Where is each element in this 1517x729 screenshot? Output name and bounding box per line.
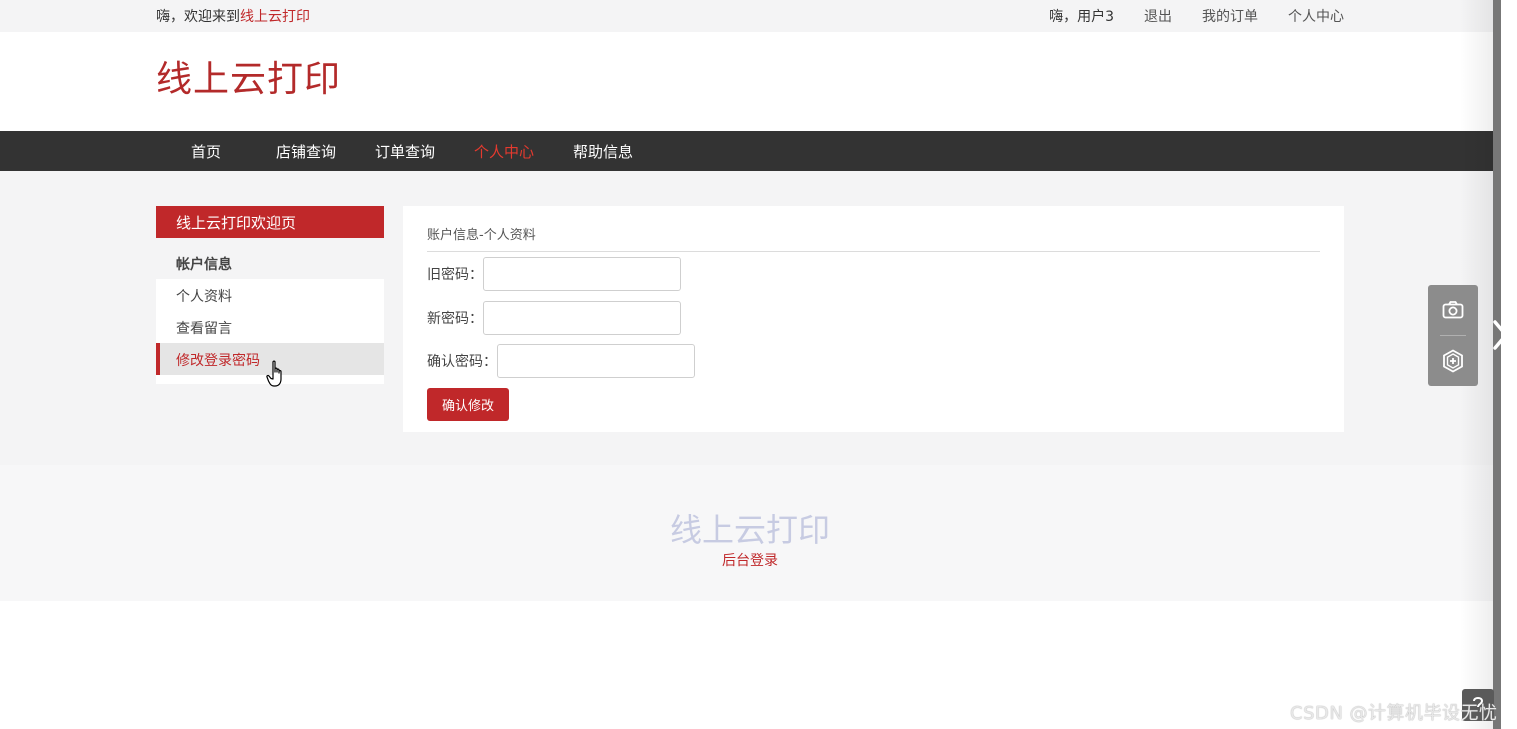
top-bar: 嗨，欢迎来到线上云打印 嗨，用户3 退出 我的订单 个人中心 bbox=[0, 0, 1495, 32]
nav-item-shop-search[interactable]: 店铺查询 bbox=[276, 141, 336, 162]
old-password-input[interactable] bbox=[483, 257, 681, 291]
camera-icon bbox=[1442, 301, 1464, 319]
old-password-label: 旧密码： bbox=[427, 267, 483, 283]
screenshot-button[interactable] bbox=[1428, 285, 1478, 335]
profile-center-link[interactable]: 个人中心 bbox=[1288, 6, 1344, 26]
vertical-scrollbar[interactable] bbox=[1493, 0, 1501, 729]
panel-divider bbox=[427, 251, 1320, 252]
new-password-row: 新密码： bbox=[427, 301, 681, 335]
sidebar-title[interactable]: 线上云打印欢迎页 bbox=[156, 206, 384, 238]
floating-toolbar bbox=[1428, 285, 1478, 386]
welcome-text: 嗨，欢迎来到线上云打印 bbox=[156, 6, 310, 26]
top-links: 嗨，用户3 退出 我的订单 个人中心 bbox=[1049, 6, 1344, 26]
site-header: 线上云打印 bbox=[0, 32, 1495, 131]
sidebar: 线上云打印欢迎页 帐户信息 个人资料 查看留言 修改登录密码 bbox=[156, 206, 384, 384]
hexagon-plus-icon bbox=[1443, 349, 1463, 373]
nav-item-profile-center[interactable]: 个人中心 bbox=[474, 141, 534, 162]
nav-item-home[interactable]: 首页 bbox=[191, 141, 221, 162]
confirm-change-button[interactable]: 确认修改 bbox=[427, 388, 509, 421]
welcome-prefix: 嗨，欢迎来到 bbox=[156, 9, 240, 25]
confirm-password-row: 确认密码： bbox=[427, 344, 695, 378]
sidebar-item-messages[interactable]: 查看留言 bbox=[156, 311, 384, 343]
welcome-brand-link[interactable]: 线上云打印 bbox=[240, 9, 310, 25]
panel-title: 账户信息-个人资料 bbox=[427, 228, 536, 243]
logout-link[interactable]: 退出 bbox=[1144, 6, 1172, 26]
sidebar-gap bbox=[156, 238, 384, 246]
footer-logo: 线上云打印 bbox=[669, 511, 830, 549]
sidebar-group-account: 帐户信息 bbox=[156, 246, 384, 279]
nav-item-order-search[interactable]: 订单查询 bbox=[375, 141, 435, 162]
password-panel: 账户信息-个人资料 旧密码： 新密码： 确认密码： 确认修改 bbox=[403, 206, 1344, 432]
user-greeting: 嗨，用户3 bbox=[1049, 9, 1114, 25]
confirm-password-input[interactable] bbox=[497, 344, 695, 378]
nav-item-help[interactable]: 帮助信息 bbox=[573, 141, 633, 162]
chevron-right-icon[interactable] bbox=[1490, 318, 1512, 352]
sidebar-item-profile[interactable]: 个人资料 bbox=[156, 279, 384, 311]
old-password-row: 旧密码： bbox=[427, 257, 681, 291]
extension-button[interactable] bbox=[1428, 336, 1478, 386]
new-password-label: 新密码： bbox=[427, 311, 483, 327]
csdn-watermark: CSDN @计算机毕设无忧 bbox=[1290, 703, 1498, 724]
admin-login-link[interactable]: 后台登录 bbox=[0, 550, 1500, 570]
site-footer: 线上云打印 后台登录 bbox=[0, 465, 1495, 601]
main-content: 线上云打印欢迎页 帐户信息 个人资料 查看留言 修改登录密码 账户信息-个人资料… bbox=[0, 171, 1495, 465]
my-orders-link[interactable]: 我的订单 bbox=[1202, 6, 1258, 26]
main-nav: 首页 店铺查询 订单查询 个人中心 帮助信息 bbox=[0, 131, 1495, 171]
new-password-input[interactable] bbox=[483, 301, 681, 335]
confirm-password-label: 确认密码： bbox=[427, 354, 497, 370]
hand-cursor-icon bbox=[266, 360, 282, 387]
site-logo[interactable]: 线上云打印 bbox=[156, 50, 341, 102]
window-edge bbox=[1501, 0, 1517, 729]
